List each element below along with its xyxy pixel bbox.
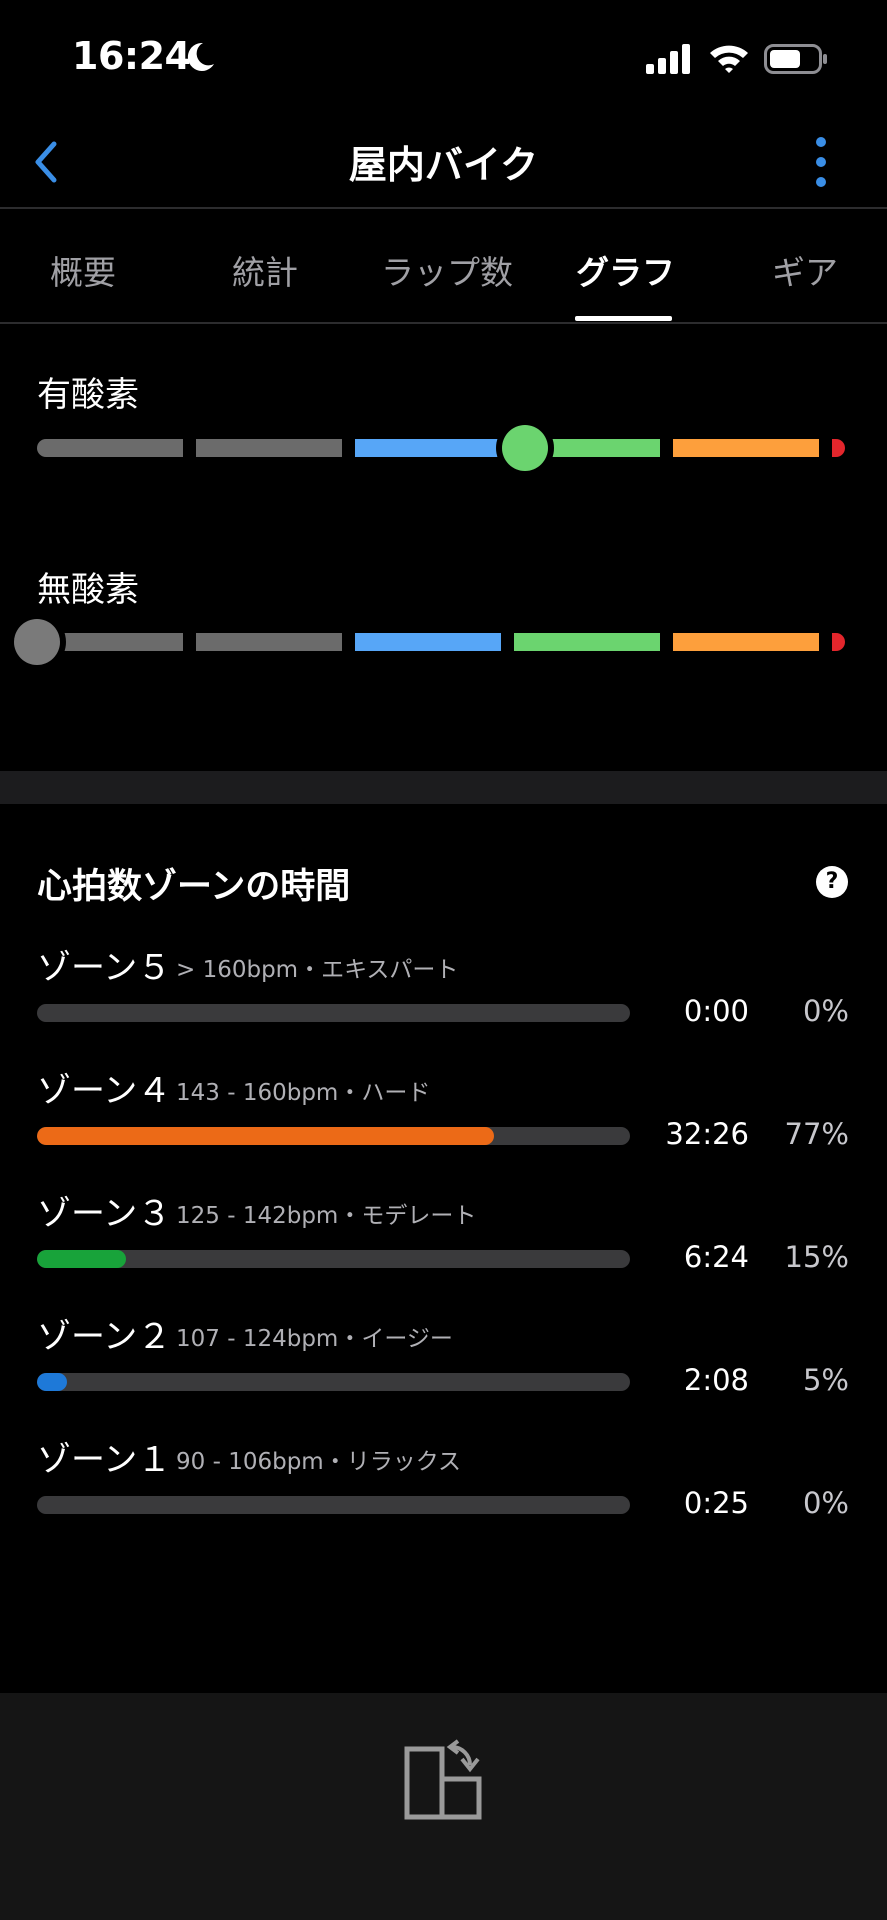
anaerobic-level-knob — [14, 619, 60, 665]
nav-divider — [0, 207, 887, 209]
zone-progress-track — [37, 1004, 630, 1022]
anaerobic-segment-max — [832, 633, 845, 651]
zone-progress-track — [37, 1127, 630, 1145]
zone-progress-fill — [37, 1250, 126, 1268]
anaerobic-label: 無酸素 — [37, 570, 139, 610]
bottom-bar — [0, 1693, 887, 1920]
anaerobic-segment — [673, 633, 819, 651]
zone-range: 90 - 106bpm・リラックス — [176, 1449, 462, 1475]
zone-percent: 5% — [802, 1363, 849, 1397]
anaerobic-effect-bar — [8, 613, 850, 671]
hr-zone-row: ゾーン３ 125 - 142bpm・モデレート 6:24 15% — [0, 1186, 887, 1296]
vertical-ellipsis-icon[interactable] — [806, 134, 836, 190]
zone-progress-track — [37, 1250, 630, 1268]
hr-zone-row: ゾーン２ 107 - 124bpm・イージー 2:08 5% — [0, 1309, 887, 1419]
zone-range: 143 - 160bpm・ハード — [176, 1080, 431, 1106]
aerobic-level-knob — [502, 425, 549, 471]
zone-name: ゾーン４ — [37, 1071, 172, 1111]
question-circle-icon[interactable]: ? — [816, 866, 848, 898]
anaerobic-segment — [355, 633, 501, 651]
zone-name: ゾーン５ — [37, 948, 172, 988]
battery-icon — [764, 44, 827, 74]
zone-progress-fill — [37, 1127, 494, 1145]
cellular-signal-icon — [646, 44, 690, 74]
hr-zone-row: ゾーン５ > 160bpm・エキスパート 0:00 0% — [0, 940, 887, 1050]
aerobic-segment — [196, 439, 342, 457]
tab-gear[interactable]: ギア — [772, 246, 838, 294]
aerobic-segment — [37, 439, 183, 457]
status-time: 16:24 — [72, 34, 191, 78]
navigation-bar: 屋内バイク — [0, 118, 887, 208]
zone-time: 2:08 — [683, 1363, 749, 1397]
hr-zone-row: ゾーン４ 143 - 160bpm・ハード 32:26 77% — [0, 1063, 887, 1173]
zone-range: 107 - 124bpm・イージー — [176, 1326, 453, 1352]
tab-overview[interactable]: 概要 — [50, 246, 116, 294]
zone-progress-fill — [37, 1373, 67, 1391]
zone-progress-track — [37, 1496, 630, 1514]
zone-time: 0:00 — [683, 994, 749, 1028]
zone-range: > 160bpm・エキスパート — [176, 957, 459, 983]
zone-percent: 15% — [784, 1240, 849, 1274]
section-separator — [0, 771, 887, 804]
zone-time: 32:26 — [665, 1117, 749, 1151]
page-title: 屋内バイク — [348, 143, 539, 187]
aerobic-segment — [355, 439, 501, 457]
tab-laps[interactable]: ラップ数 — [381, 246, 513, 294]
anaerobic-segment — [196, 633, 342, 651]
tab-stats[interactable]: 統計 — [232, 246, 298, 294]
aerobic-segment-max — [832, 439, 845, 457]
rotate-screen-icon[interactable] — [404, 1737, 484, 1821]
status-bar: 16:24 — [0, 0, 887, 118]
zone-time: 0:25 — [683, 1486, 749, 1520]
aerobic-effect-bar — [37, 419, 850, 477]
aerobic-segment — [673, 439, 819, 457]
tab-active-indicator — [575, 316, 672, 321]
wifi-icon — [710, 45, 748, 73]
tabs-divider — [0, 322, 887, 324]
tab-graph[interactable]: グラフ — [576, 246, 675, 294]
anaerobic-segment — [514, 633, 660, 651]
zone-percent: 0% — [802, 994, 849, 1028]
zone-time: 6:24 — [683, 1240, 749, 1274]
zone-name: ゾーン３ — [37, 1194, 172, 1234]
hr-zone-row: ゾーン１ 90 - 106bpm・リラックス 0:25 0% — [0, 1432, 887, 1542]
zone-name: ゾーン２ — [37, 1317, 172, 1357]
zone-percent: 77% — [784, 1117, 849, 1151]
tab-bar: 概要 統計 ラップ数 グラフ ギア — [0, 210, 887, 322]
moon-icon — [187, 42, 214, 71]
zone-progress-track — [37, 1373, 630, 1391]
zone-name: ゾーン１ — [37, 1440, 172, 1480]
zone-percent: 0% — [802, 1486, 849, 1520]
aerobic-label: 有酸素 — [37, 375, 139, 415]
hr-zones-title: 心拍数ゾーンの時間 — [37, 867, 351, 907]
zone-range: 125 - 142bpm・モデレート — [176, 1203, 477, 1229]
